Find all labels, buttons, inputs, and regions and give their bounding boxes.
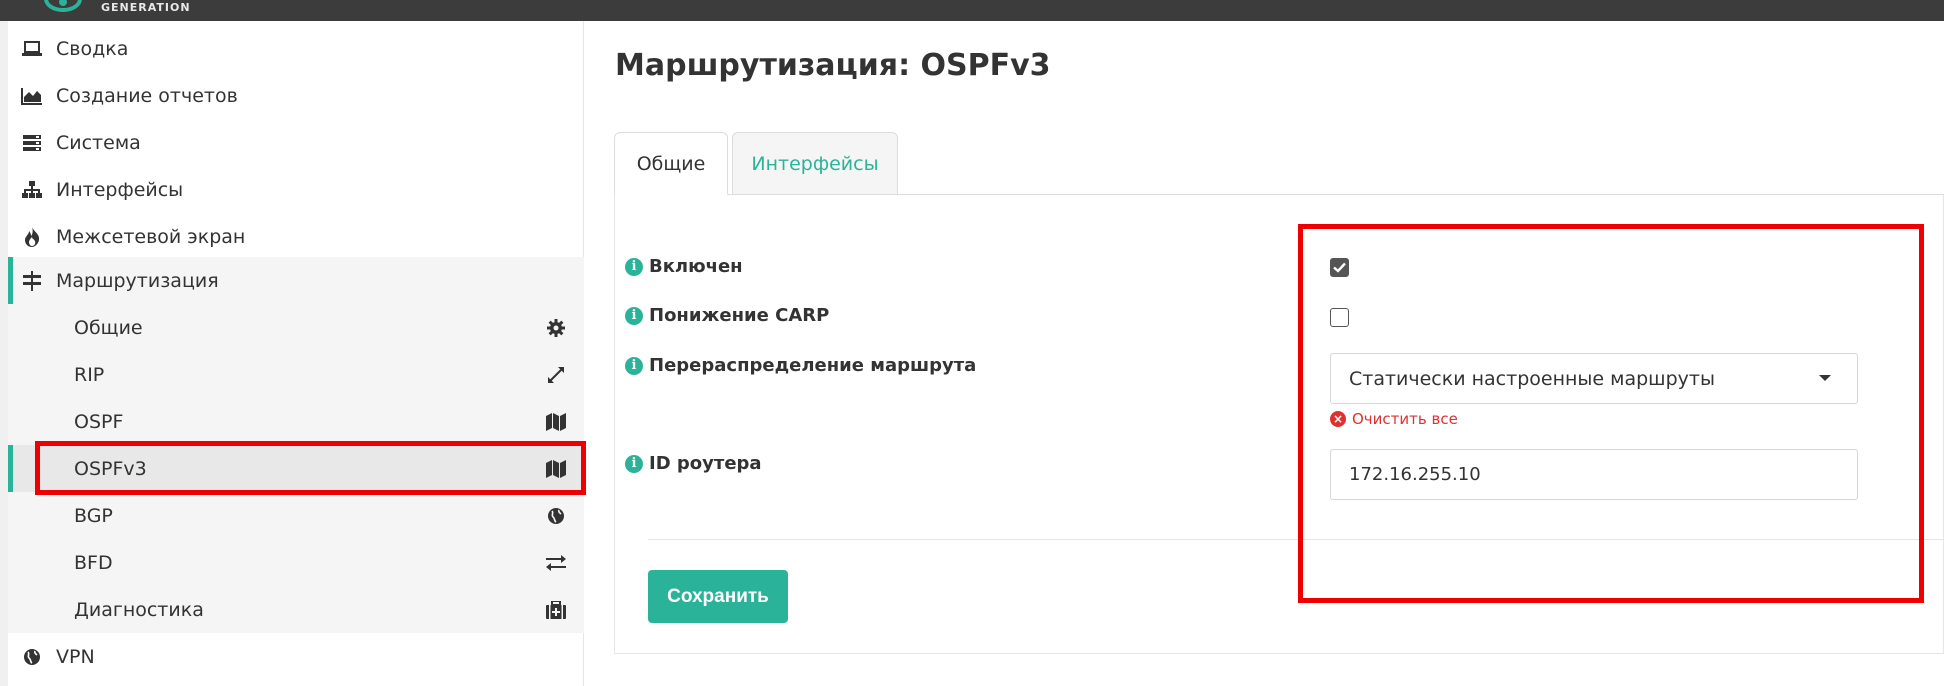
globe-icon — [20, 645, 44, 669]
gear-icon — [544, 316, 568, 340]
sidebar-item-vpn[interactable]: VPN — [8, 633, 584, 680]
sidebar-subitem-bgp[interactable]: BGP — [8, 492, 584, 539]
sidebar-item-firewall[interactable]: Межсетевой экран — [8, 213, 584, 260]
sitemap-icon — [20, 178, 44, 202]
sidebar: Сводка Создание отчетов Система Интерфей… — [8, 21, 584, 686]
fire-icon — [20, 225, 44, 249]
sidebar-subitem-label: Диагностика — [74, 598, 204, 621]
logo-text: GENERATION — [101, 1, 191, 14]
router-id-label: i ID роутера — [625, 453, 762, 474]
globe-icon — [544, 504, 568, 528]
top-bar: GENERATION — [0, 0, 1944, 21]
sidebar-item-routing[interactable]: Маршрутизация — [8, 257, 584, 304]
sidebar-subitem-label: BFD — [74, 551, 113, 574]
page-title: Маршрутизация: OSPFv3 — [615, 48, 1051, 83]
info-icon[interactable]: i — [625, 257, 643, 276]
sidebar-subitem-bfd[interactable]: BFD — [8, 539, 584, 586]
tab-general[interactable]: Общие — [614, 132, 728, 195]
tab-interfaces[interactable]: Интерфейсы — [732, 132, 898, 195]
sidebar-item-reporting[interactable]: Создание отчетов — [8, 72, 584, 119]
sidebar-item-label: Система — [56, 131, 141, 154]
redistribution-label: i Перераспределение маршрута — [625, 355, 976, 376]
sidebar-item-label: Маршрутизация — [56, 269, 219, 292]
expand-icon — [544, 363, 568, 387]
exchange-icon — [544, 551, 568, 575]
sidebar-subitem-rip[interactable]: RIP — [8, 351, 584, 398]
sidebar-subitem-general[interactable]: Общие — [8, 304, 584, 351]
window-edge — [0, 21, 8, 686]
info-icon[interactable]: i — [625, 306, 643, 325]
sidebar-subitem-label: BGP — [74, 504, 113, 527]
highlight-box-sidebar — [35, 441, 586, 495]
carp-demote-label: i Понижение CARP — [625, 305, 829, 326]
enabled-label: i Включен — [625, 256, 743, 277]
sidebar-subitem-label: RIP — [74, 363, 105, 386]
highlight-box-form — [1298, 224, 1924, 603]
sidebar-item-label: VPN — [56, 645, 95, 668]
sidebar-item-label: Интерфейсы — [56, 178, 184, 201]
sidebar-item-label: Сводка — [56, 37, 129, 60]
server-icon — [20, 131, 44, 155]
sidebar-item-system[interactable]: Система — [8, 119, 584, 166]
sidebar-item-dashboard[interactable]: Сводка — [8, 25, 584, 72]
sidebar-item-interfaces[interactable]: Интерфейсы — [8, 166, 584, 213]
info-icon[interactable]: i — [625, 454, 643, 473]
save-button[interactable]: Сохранить — [648, 570, 788, 623]
sidebar-item-label: Создание отчетов — [56, 84, 238, 107]
medkit-icon — [544, 598, 568, 622]
laptop-icon — [20, 37, 44, 61]
sidebar-item-label: Межсетевой экран — [56, 225, 246, 248]
info-icon[interactable]: i — [625, 356, 643, 375]
sidebar-subitem-label: OSPF — [74, 410, 124, 433]
sidebar-subitem-diagnostics[interactable]: Диагностика — [8, 586, 584, 633]
sidebar-subitem-ospf[interactable]: OSPF — [8, 398, 584, 445]
map-icon — [544, 410, 568, 434]
area-chart-icon — [20, 84, 44, 108]
sidebar-subitem-label: Общие — [74, 316, 143, 339]
signpost-icon — [20, 269, 44, 293]
